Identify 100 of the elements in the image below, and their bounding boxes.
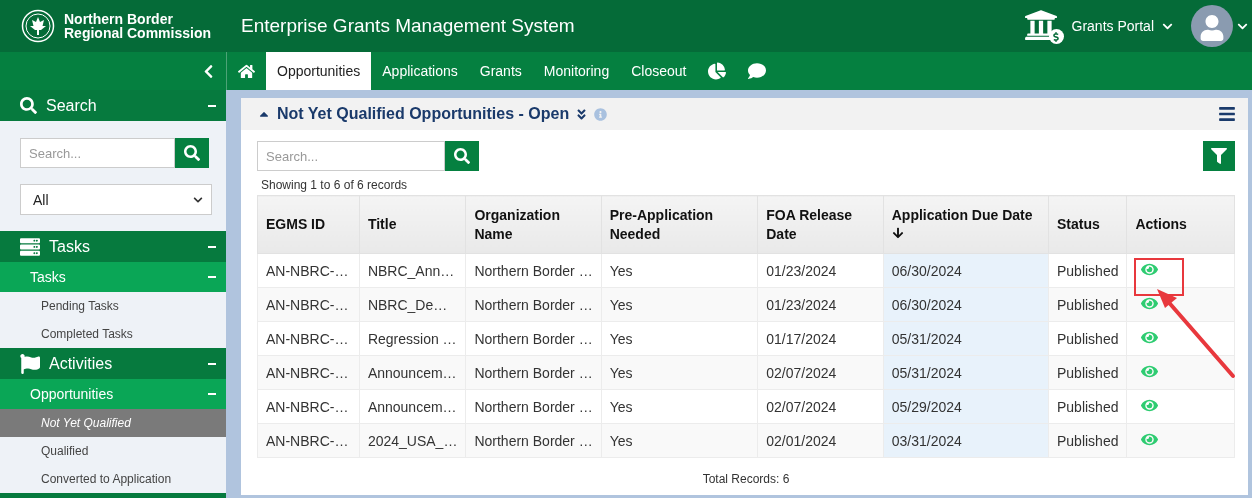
- collapse-icon[interactable]: [208, 104, 216, 107]
- table-cell: 02/07/2024: [757, 389, 884, 424]
- column-header[interactable]: FOA Release Date: [757, 195, 884, 254]
- dropdown-caret-icon: [193, 194, 203, 205]
- column-header[interactable]: Organization Name: [465, 195, 602, 254]
- portal-menu[interactable]: Grants Portal: [1071, 18, 1154, 34]
- table-cell: Yes: [601, 321, 758, 356]
- section-title: Tasks: [49, 237, 90, 256]
- table-cell: Published: [1048, 287, 1127, 322]
- table-cell: Northern Border …: [465, 253, 602, 288]
- table-cell: 06/30/2024: [883, 253, 1049, 288]
- pie-chart-icon[interactable]: [708, 62, 727, 80]
- table-cell: NBRC_Ann…: [359, 253, 466, 288]
- section-header[interactable]: Activities: [0, 348, 226, 379]
- column-header[interactable]: Pre-Application Needed: [601, 195, 758, 254]
- table-cell: Northern Border …: [465, 355, 602, 390]
- table-cell: Northern Border …: [465, 423, 602, 458]
- search-field[interactable]: Search...: [20, 138, 175, 168]
- sidebar-item[interactable]: Qualified: [0, 437, 226, 465]
- table-cell: Yes: [601, 389, 758, 424]
- total-records: Total Records: 6: [702, 472, 790, 486]
- flag-icon: [20, 353, 40, 374]
- table-cell: 02/01/2024: [757, 423, 884, 458]
- sort-arrow-icon: [891, 226, 904, 239]
- table-cell: Published: [1048, 355, 1127, 390]
- app-title: Enterprise Grants Management System: [241, 15, 576, 37]
- table-cell: AN-NBRC-…: [257, 253, 360, 288]
- speech-bubble-icon[interactable]: [748, 62, 767, 80]
- table-cell: Published: [1048, 321, 1127, 356]
- search-icon: [454, 148, 470, 164]
- table-cell: Northern Border …: [465, 389, 602, 424]
- table-cell: Northern Border …: [465, 287, 602, 322]
- table-cell: Yes: [601, 253, 758, 288]
- table-cell: Yes: [601, 423, 758, 458]
- table-cell: 03/31/2024: [883, 423, 1049, 458]
- collapse-icon[interactable]: [208, 362, 216, 365]
- table-cell: NBRC_De…: [359, 287, 466, 322]
- table-cell: AN-NBRC-…: [257, 287, 360, 322]
- maple-leaf-emblem-icon: [21, 9, 55, 43]
- column-header[interactable]: Status: [1048, 195, 1127, 254]
- nav-tab[interactable]: Opportunities: [266, 52, 372, 90]
- table-cell: Published: [1048, 389, 1127, 424]
- table-cell: Regression …: [359, 321, 466, 356]
- double-chevron-icon[interactable]: [575, 107, 589, 121]
- sidebar-item[interactable]: Converted to Application: [0, 465, 226, 493]
- table-cell: Published: [1048, 253, 1127, 288]
- org-name: Regional Commission: [64, 26, 212, 40]
- search-button[interactable]: [445, 141, 479, 171]
- column-header[interactable]: Actions: [1126, 195, 1235, 254]
- search-icon: [184, 145, 200, 161]
- table-cell: 06/30/2024: [883, 287, 1049, 322]
- filter-select[interactable]: All: [20, 184, 212, 215]
- panel-title: Not Yet Qualified Opportunities - Open: [277, 105, 570, 123]
- sidebar-item[interactable]: Not Yet Qualified: [0, 409, 226, 437]
- nav-tab[interactable]: Grants: [468, 52, 533, 90]
- table-cell: 05/31/2024: [883, 321, 1049, 356]
- avatar[interactable]: [1191, 5, 1233, 47]
- nav-tab[interactable]: Applications: [371, 52, 469, 90]
- column-header[interactable]: EGMS ID: [257, 195, 360, 254]
- table-cell: 2024_USA_…: [359, 423, 466, 458]
- bank-dollar-icon[interactable]: [1023, 8, 1064, 44]
- table-cell: Announcem…: [359, 389, 466, 424]
- table-cell: 05/29/2024: [883, 389, 1049, 424]
- table-cell: 02/07/2024: [757, 355, 884, 390]
- table-cell: Yes: [601, 287, 758, 322]
- filter-icon: [1211, 148, 1227, 164]
- group-title: Tasks: [30, 269, 66, 285]
- section-title: Search: [46, 96, 97, 115]
- nav-tab[interactable]: Monitoring: [532, 52, 621, 90]
- group-title: Opportunities: [30, 386, 114, 402]
- table-cell: AN-NBRC-…: [257, 389, 360, 424]
- table-cell: AN-NBRC-…: [257, 321, 360, 356]
- table-cell: 05/31/2024: [883, 355, 1049, 390]
- org-name: Northern Border: [64, 12, 174, 26]
- section-header[interactable]: Tasks: [0, 231, 226, 262]
- table-cell: AN-NBRC-…: [257, 355, 360, 390]
- table-cell: Northern Border …: [465, 321, 602, 356]
- record-count: Showing 1 to 6 of 6 records: [261, 178, 409, 192]
- table-cell: AN-NBRC-…: [257, 423, 360, 458]
- search-icon: [20, 97, 37, 114]
- server-stack-icon: [20, 236, 40, 257]
- collapse-icon[interactable]: [208, 245, 216, 248]
- column-header[interactable]: Title: [359, 195, 466, 254]
- table-cell: Published: [1048, 423, 1127, 458]
- section-header[interactable]: Search: [0, 90, 226, 121]
- section-title: Activities: [49, 354, 113, 373]
- sidebar-item[interactable]: Completed Tasks: [0, 320, 226, 348]
- table-cell: Announcem…: [359, 355, 466, 390]
- table-cell: Yes: [601, 355, 758, 390]
- search-field[interactable]: Search...: [257, 141, 445, 171]
- table-cell: 01/23/2024: [757, 287, 884, 322]
- table-cell: 01/23/2024: [757, 253, 884, 288]
- table-cell: 01/17/2024: [757, 321, 884, 356]
- search-button[interactable]: [175, 138, 209, 168]
- sidebar-item[interactable]: Pending Tasks: [0, 292, 226, 320]
- home-icon[interactable]: [238, 62, 255, 80]
- menu-icon[interactable]: [1218, 105, 1236, 123]
- filter-button[interactable]: [1203, 141, 1235, 171]
- nav-tab[interactable]: Closeout: [620, 52, 698, 90]
- column-header[interactable]: Application Due Date: [883, 195, 1049, 254]
